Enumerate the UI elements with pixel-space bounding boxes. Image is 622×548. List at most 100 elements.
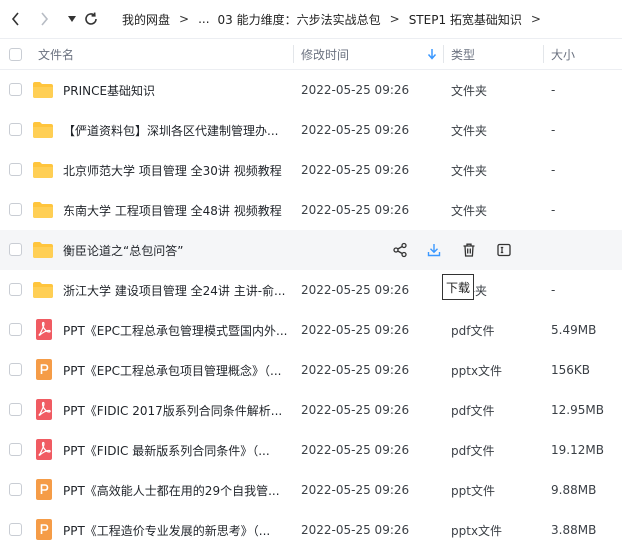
file-modified-time: 2022-05-25 09:26 xyxy=(301,203,410,217)
file-modified-time: 2022-05-25 09:26 xyxy=(301,123,410,137)
folder-icon xyxy=(33,82,53,98)
folder-icon xyxy=(33,242,53,258)
file-type: pptx文件 xyxy=(451,363,503,378)
chevron-right-icon xyxy=(41,12,49,26)
row-checkbox[interactable] xyxy=(9,163,22,176)
row-checkbox[interactable] xyxy=(9,363,22,376)
breadcrumb-item-root[interactable]: 我的网盘 xyxy=(122,11,170,28)
arrow-down-icon xyxy=(427,49,437,60)
sort-arrow-icon[interactable] xyxy=(427,39,437,69)
breadcrumb-item-ellipsis[interactable]: ... xyxy=(198,12,209,26)
file-name[interactable]: 北京师范大学 项目管理 全30讲 视频教程 xyxy=(63,150,288,190)
table-row[interactable]: 【俨道资料包】深圳各区代建制管理办... 2022-05-25 09:26 文件夹 - xyxy=(0,110,622,150)
caret-down-icon xyxy=(68,16,76,22)
download-button[interactable] xyxy=(425,241,443,259)
refresh-icon xyxy=(85,12,97,25)
file-type: pdf文件 xyxy=(451,443,495,458)
pdf-icon xyxy=(36,319,52,340)
row-checkbox[interactable] xyxy=(9,483,22,496)
file-type: 文件夹 xyxy=(451,163,488,178)
folder-icon xyxy=(33,162,53,178)
row-checkbox[interactable] xyxy=(9,83,22,96)
breadcrumb-separator: > xyxy=(179,12,190,26)
table-row[interactable]: 衡臣论道之“总包问答” xyxy=(0,230,622,270)
file-type: pdf文件 xyxy=(451,323,495,338)
file-modified-time: 2022-05-25 09:26 xyxy=(301,163,410,177)
select-all-checkbox[interactable] xyxy=(9,48,22,61)
refresh-button[interactable] xyxy=(81,8,101,30)
row-checkbox[interactable] xyxy=(9,243,22,256)
file-size: 9.88MB xyxy=(551,483,597,497)
table-row[interactable]: 北京师范大学 项目管理 全30讲 视频教程 2022-05-25 09:26 文件夹… xyxy=(0,150,622,190)
rename-icon xyxy=(497,243,511,257)
history-dropdown[interactable] xyxy=(62,8,82,30)
download-tooltip: 下载 xyxy=(442,274,475,300)
file-modified-time: 2022-05-25 09:26 xyxy=(301,443,410,457)
breadcrumb: 我的网盘 > ... 03 能力维度：六步法实战总包 > STEP1 拓宽基础知… xyxy=(122,0,550,38)
file-name[interactable]: PPT《工程造价专业发展的新思考》（... xyxy=(63,510,288,548)
share-button[interactable] xyxy=(391,241,409,259)
row-checkbox[interactable] xyxy=(9,323,22,336)
file-modified-time: 2022-05-25 09:26 xyxy=(301,323,410,337)
file-name[interactable]: 衡臣论道之“总包问答” xyxy=(63,230,288,270)
table-row[interactable]: PPT《FIDIC 2017版系列合同条件解析... 2022-05-25 09:… xyxy=(0,390,622,430)
file-modified-time xyxy=(301,230,441,270)
file-type: pdf文件 xyxy=(451,403,495,418)
file-modified-time: 2022-05-25 09:26 xyxy=(301,363,410,377)
toolbar: 我的网盘 > ... 03 能力维度：六步法实战总包 > STEP1 拓宽基础知… xyxy=(0,0,622,38)
file-name[interactable]: 东南大学 工程项目管理 全48讲 视频教程 xyxy=(63,190,288,230)
row-checkbox[interactable] xyxy=(9,283,22,296)
column-type-header[interactable]: 类型 xyxy=(451,39,475,69)
file-name[interactable]: PPT《EPC工程总承包管理模式暨国内外... xyxy=(63,310,288,350)
column-name-header[interactable]: 文件名 xyxy=(38,39,74,69)
file-modified-time: 2022-05-25 09:26 xyxy=(301,83,410,97)
file-name[interactable]: PPT《FIDIC 2017版系列合同条件解析... xyxy=(63,390,288,430)
table-row[interactable]: PPT《EPC工程总承包管理模式暨国内外... 2022-05-25 09:26 p… xyxy=(0,310,622,350)
file-size: - xyxy=(551,203,556,217)
table-row[interactable]: PPT《工程造价专业发展的新思考》（... 2022-05-25 09:26 ppt… xyxy=(0,510,622,548)
delete-button[interactable] xyxy=(460,241,478,259)
row-checkbox[interactable] xyxy=(9,403,22,416)
table-row[interactable]: PRINCE基础知识 2022-05-25 09:26 文件夹 - xyxy=(0,70,622,110)
table-row[interactable]: PPT《EPC工程总承包项目管理概念》（... 2022-05-25 09:26 p… xyxy=(0,350,622,390)
column-divider xyxy=(543,45,544,63)
file-modified-time: 2022-05-25 09:26 xyxy=(301,483,410,497)
table-row[interactable]: PPT《FIDIC 最新版系列合同条件》（... 2022-05-25 09:26… xyxy=(0,430,622,470)
file-name[interactable]: PPT《EPC工程总承包项目管理概念》（... xyxy=(63,350,288,390)
row-checkbox[interactable] xyxy=(9,523,22,536)
file-name[interactable]: 【俨道资料包】深圳各区代建制管理办... xyxy=(63,110,288,150)
file-modified-time: 2022-05-25 09:26 xyxy=(301,403,410,417)
breadcrumb-item-current[interactable]: STEP1 拓宽基础知识 xyxy=(409,11,522,28)
breadcrumb-separator: > xyxy=(530,12,541,26)
file-size: - xyxy=(551,123,556,137)
column-size-header[interactable]: 大小 xyxy=(551,39,575,69)
table-row[interactable]: 东南大学 工程项目管理 全48讲 视频教程 2022-05-25 09:26 文件夹… xyxy=(0,190,622,230)
column-modified-header[interactable]: 修改时间 xyxy=(301,39,349,69)
ppt-icon xyxy=(36,519,52,540)
file-size: 5.49MB xyxy=(551,323,597,337)
chevron-left-icon xyxy=(11,12,19,26)
file-size: - xyxy=(551,83,556,97)
rename-button[interactable] xyxy=(495,241,513,259)
file-name[interactable]: PPT《FIDIC 最新版系列合同条件》（... xyxy=(63,430,288,470)
file-name[interactable]: 浙江大学 建设项目管理 全24讲 主讲-俞... xyxy=(63,270,288,310)
table-row[interactable]: PPT《高效能人士都在用的29个自我管... 2022-05-25 09:26 pp… xyxy=(0,470,622,510)
folder-icon xyxy=(33,282,53,298)
table-row[interactable]: 浙江大学 建设项目管理 全24讲 主讲-俞... 2022-05-25 09:26… xyxy=(0,270,622,310)
file-size: 156KB xyxy=(551,363,591,377)
row-checkbox[interactable] xyxy=(9,123,22,136)
forward-button[interactable] xyxy=(34,8,54,30)
row-checkbox[interactable] xyxy=(9,443,22,456)
file-name[interactable]: PRINCE基础知识 xyxy=(63,70,288,110)
file-name[interactable]: PPT《高效能人士都在用的29个自我管... xyxy=(63,470,288,510)
pdf-icon xyxy=(36,399,52,420)
breadcrumb-item-parent[interactable]: 03 能力维度：六步法实战总包 xyxy=(218,11,381,28)
file-type: 文件夹 xyxy=(451,123,488,138)
file-size: - xyxy=(551,163,556,177)
trash-icon xyxy=(463,243,475,257)
file-size: 3.88MB xyxy=(551,523,597,537)
back-button[interactable] xyxy=(6,8,26,30)
share-icon xyxy=(393,242,407,258)
file-type: 文件夹 xyxy=(451,203,488,218)
row-checkbox[interactable] xyxy=(9,203,22,216)
